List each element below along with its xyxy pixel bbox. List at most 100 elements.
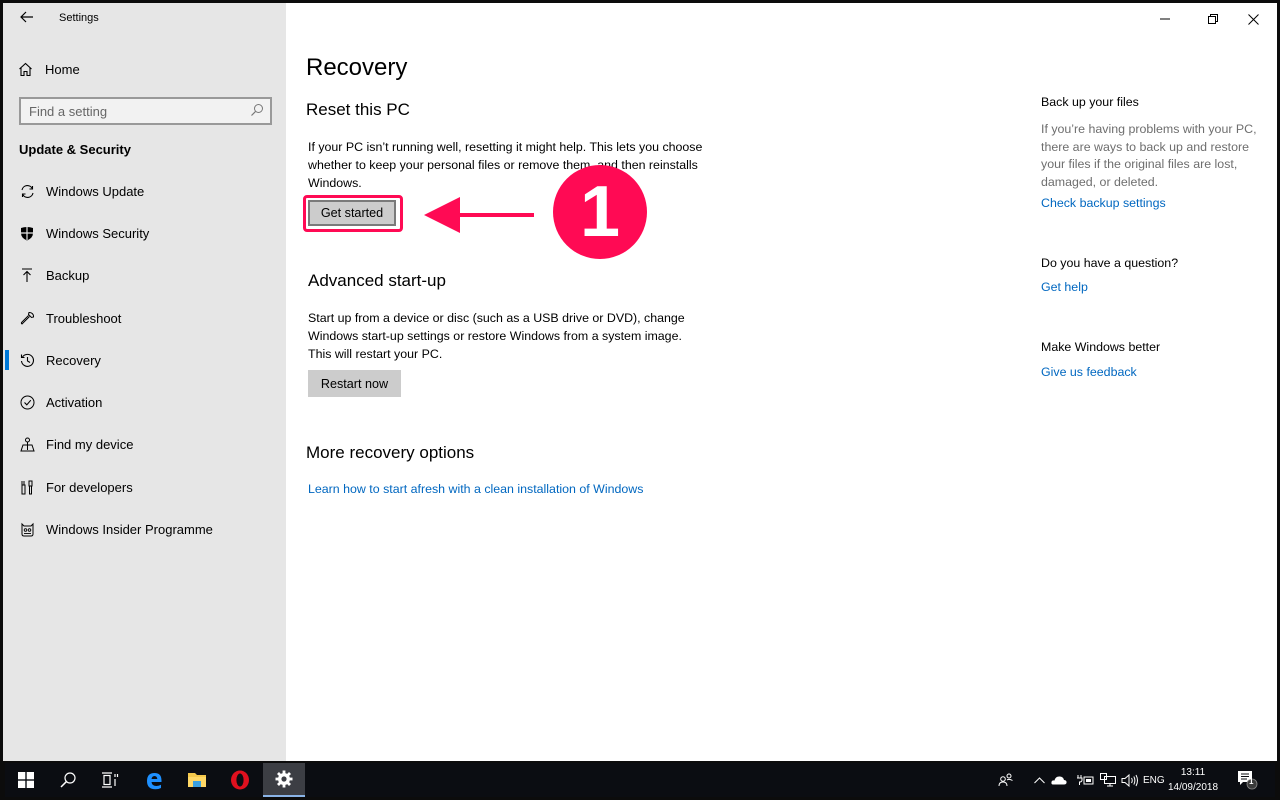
home-label: Home [45, 61, 80, 77]
sidebar-item-activation[interactable]: Activation [3, 381, 286, 423]
speaker-icon [1121, 773, 1138, 787]
restore-button[interactable] [1198, 8, 1228, 30]
backup-heading: Back up your files [1041, 95, 1139, 109]
taskbar-settings-button[interactable] [263, 763, 305, 797]
taskbar-file-explorer-button[interactable] [176, 763, 218, 797]
nav-label: Recovery [46, 352, 101, 368]
sidebar-item-home[interactable]: Home [17, 58, 80, 80]
restore-icon [1208, 14, 1218, 24]
back-arrow-icon [20, 11, 33, 23]
settings-window: Settings Home Update & Security Windows … [3, 3, 1277, 761]
chevron-up-icon [1034, 776, 1045, 783]
advanced-description: Start up from a device or disc (such as … [308, 311, 685, 361]
network-icon [1100, 773, 1116, 787]
main-content: Recovery Reset this PC If your PC isn’t … [286, 3, 1277, 761]
taskbar-opera-button[interactable] [219, 763, 261, 797]
more-options-heading: More recovery options [306, 443, 475, 462]
restart-now-button[interactable]: Restart now [308, 370, 401, 397]
close-button[interactable] [1238, 8, 1268, 30]
question-heading: Do you have a question? [1041, 256, 1179, 270]
developer-tools-icon [19, 479, 35, 495]
windows-logo-icon [18, 772, 34, 788]
wrench-icon [19, 310, 35, 326]
annotation-step-badge: 1 [553, 165, 647, 259]
battery-plug-icon [1077, 775, 1094, 785]
check-backup-settings-link[interactable]: Check backup settings [1041, 196, 1166, 210]
minimize-icon [1160, 18, 1170, 20]
nav-label: Activation [46, 395, 103, 411]
back-button[interactable] [16, 8, 38, 30]
history-icon [19, 352, 35, 368]
sidebar-item-troubleshoot[interactable]: Troubleshoot [3, 297, 286, 339]
network-tray-button[interactable] [1100, 763, 1116, 797]
page-title: Recovery [306, 54, 408, 81]
sidebar-item-windows-update[interactable]: Windows Update [3, 170, 286, 212]
task-view-button[interactable] [89, 763, 131, 797]
feedback-heading: Make Windows better [1041, 340, 1161, 354]
clock[interactable]: 13:11 14/09/2018 [1165, 765, 1221, 795]
close-icon [1247, 13, 1259, 25]
get-help-link[interactable]: Get help [1041, 280, 1088, 294]
folder-icon [188, 773, 206, 787]
sidebar-item-windows-security[interactable]: Windows Security [3, 212, 286, 254]
clock-date: 14/09/2018 [1167, 782, 1219, 793]
reset-heading: Reset this PC [306, 100, 410, 119]
shield-icon [19, 225, 35, 241]
notification-icon [1238, 771, 1258, 790]
check-circle-icon [19, 395, 35, 411]
minimize-button[interactable] [1150, 8, 1180, 30]
get-started-button[interactable]: Get started [308, 200, 396, 226]
action-center-button[interactable]: 1 [1237, 763, 1259, 797]
people-icon [998, 773, 1013, 787]
advanced-heading: Advanced start-up [308, 271, 446, 290]
power-tray-button[interactable] [1077, 763, 1095, 797]
sidebar-item-windows-insider[interactable]: Windows Insider Programme [3, 508, 286, 550]
sidebar-item-for-developers[interactable]: For developers [3, 466, 286, 508]
insider-cat-icon [19, 522, 35, 538]
taskbar-edge-button[interactable] [133, 763, 175, 797]
clean-install-link[interactable]: Learn how to start afresh with a clean i… [308, 482, 643, 496]
start-button[interactable] [5, 763, 47, 797]
give-feedback-link[interactable]: Give us feedback [1041, 365, 1137, 379]
nav-label: Troubleshoot [46, 310, 122, 326]
sidebar-nav: Windows Update Windows Security Backup T… [3, 170, 286, 551]
nav-label: Windows Update [46, 183, 145, 199]
people-button[interactable] [998, 763, 1014, 797]
gear-icon [275, 770, 293, 788]
desktop-screen: Settings Home Update & Security Windows … [0, 0, 1280, 800]
volume-tray-button[interactable] [1121, 763, 1139, 797]
backup-description: If you’re having problems with your PC, … [1041, 122, 1257, 190]
search-input[interactable] [21, 99, 241, 123]
input-language-button[interactable]: ENG [1143, 763, 1165, 797]
sidebar-item-backup[interactable]: Backup [3, 255, 286, 297]
nav-label: Windows Security [46, 225, 150, 241]
sync-icon [19, 183, 35, 199]
notification-count: 1 [1249, 777, 1254, 786]
find-device-icon [19, 437, 35, 453]
sidebar: Settings Home Update & Security Windows … [3, 3, 286, 761]
edge-icon [147, 773, 162, 790]
sidebar-item-recovery[interactable]: Recovery [3, 339, 286, 381]
upload-icon [19, 268, 35, 284]
opera-icon [231, 770, 249, 790]
cloud-icon [1051, 776, 1067, 785]
show-hidden-icons-button[interactable] [1034, 763, 1045, 797]
app-title: Settings [59, 12, 99, 24]
section-title: Update & Security [19, 142, 131, 157]
home-icon [17, 61, 33, 77]
search-box[interactable] [19, 97, 272, 125]
taskbar-search-button[interactable] [47, 763, 89, 797]
reset-description: If your PC isn’t running well, resetting… [308, 140, 703, 190]
nav-label: Find my device [46, 437, 134, 453]
search-icon[interactable] [250, 103, 264, 117]
nav-label: Windows Insider Programme [46, 522, 213, 538]
taskbar: ENG 13:11 14/09/2018 1 [5, 763, 1275, 797]
task-view-icon [102, 772, 119, 788]
nav-label: Backup [46, 268, 90, 284]
search-icon [60, 772, 76, 788]
clock-time: 13:11 [1180, 767, 1206, 778]
nav-label: For developers [46, 479, 133, 495]
sidebar-item-find-my-device[interactable]: Find my device [3, 424, 286, 466]
annotation-arrow-icon [424, 197, 534, 233]
onedrive-tray-button[interactable] [1051, 763, 1067, 797]
